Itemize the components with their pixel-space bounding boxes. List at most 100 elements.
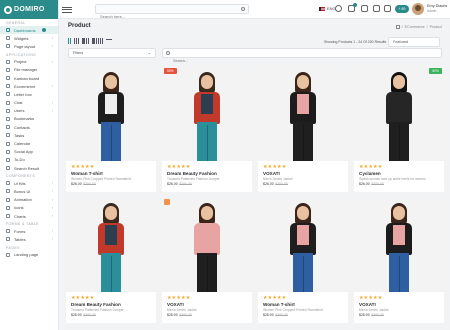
product-price: $26.00 $350.00 <box>359 313 384 317</box>
grid-4-view-icon[interactable] <box>82 38 90 44</box>
bell-icon[interactable] <box>373 5 380 12</box>
menu-toggle-icon[interactable] <box>62 5 72 14</box>
sidebar-item-charts[interactable]: Charts › <box>0 212 58 220</box>
header-badge-pill[interactable]: + 89 <box>395 5 409 13</box>
brand-logo[interactable]: DOMIRO <box>0 0 58 19</box>
sidebar-item-tasks[interactable]: Tasks <box>0 131 58 139</box>
sidebar-item-search-result[interactable]: Search Result <box>0 164 58 172</box>
brand-name: DOMIRO <box>14 6 45 13</box>
chevron-right-icon: › <box>51 36 53 41</box>
kanban-icon <box>6 76 10 81</box>
sidebar-item-contacts[interactable]: Contacts <box>0 123 58 131</box>
product-card[interactable]: 50% ★★★★★ Dream Beauty Fashion Trousers Pat… <box>162 66 252 192</box>
sidebar-item-widgets[interactable]: Widgets › <box>0 34 58 42</box>
product-search-input[interactable] <box>163 57 423 65</box>
sidebar-item-tables[interactable]: Tables › <box>0 235 58 243</box>
sidebar-item-file-manager[interactable]: File manager <box>0 66 58 74</box>
sidebar: DOMIRO GENERAL Dashboards Widgets › Page lay… <box>0 0 59 330</box>
product-card[interactable]: ★★★★★ Woman T-shirt Women Pink Cropped Pri… <box>66 66 156 192</box>
sidebar-item-kanban-board[interactable]: Kanban board <box>0 74 58 82</box>
product-card[interactable]: ★★★★★ VOXATI Men's Denim Jacket $26.00 $350.… <box>258 66 348 192</box>
grid-3-view-icon[interactable] <box>74 38 80 44</box>
product-image[interactable] <box>258 197 348 292</box>
chevron-right-icon: › <box>51 189 53 194</box>
product-name[interactable]: Dream Beauty Fashion <box>167 171 217 176</box>
sidebar-item-label: Ui Kits <box>14 180 26 186</box>
breadcrumb-sep: / <box>401 25 403 29</box>
language-selector[interactable]: ENG <box>319 6 336 11</box>
sidebar-item-icons[interactable]: Icons › <box>0 204 58 212</box>
sidebar-item-social-app[interactable]: Social App <box>0 148 58 156</box>
moon-icon[interactable] <box>335 5 342 12</box>
product-price: $26.00 $350.00 <box>263 182 288 186</box>
sidebar-item-page-layout[interactable]: Page layout › <box>0 42 58 50</box>
search-icon <box>166 51 170 55</box>
home-icon <box>6 28 10 33</box>
product-image[interactable] <box>66 197 156 292</box>
breadcrumb-ecommerce[interactable]: ECommerce <box>405 25 425 29</box>
product-name[interactable]: Woman T-shirt <box>263 302 295 307</box>
product-image[interactable]: 50% <box>354 66 444 161</box>
sidebar-item-chat[interactable]: Chat › <box>0 99 58 107</box>
filter-dropdown[interactable]: Filters ⌄ <box>68 48 156 58</box>
sidebar-item-label: Tables <box>14 236 26 242</box>
form-icon <box>6 229 10 234</box>
product-card[interactable]: ★★★★★ Dream Beauty Fashion Trousers Patter… <box>66 197 156 323</box>
sidebar-item-ui-kits[interactable]: Ui Kits › <box>0 179 58 187</box>
sidebar-item-animation[interactable]: Animation › <box>0 196 58 204</box>
header-search-input[interactable] <box>96 12 226 21</box>
sidebar-item-label: Chat <box>14 100 23 106</box>
sidebar-item-to-do[interactable]: To-Do <box>0 156 58 164</box>
cart-icon[interactable] <box>361 5 368 12</box>
sidebar-item-label: Bookmarks <box>14 116 35 122</box>
product-image[interactable]: 50% <box>162 66 252 161</box>
breadcrumb-sep: / <box>426 25 428 29</box>
product-card[interactable]: ★★★★★ VOXATI Men's Denim Jacket $26.00 $350.… <box>162 197 252 323</box>
product-name[interactable]: Dream Beauty Fashion <box>71 302 121 307</box>
sidebar-item-forms[interactable]: Forms › <box>0 227 58 235</box>
product-image[interactable] <box>162 197 252 292</box>
product-description: Stylish women lace up ankle heels for wo… <box>359 177 426 181</box>
sidebar-item-calendar[interactable]: Calendar <box>0 139 58 147</box>
sidebar-item-bookmarks[interactable]: Bookmarks <box>0 115 58 123</box>
discount-badge: 50% <box>429 68 442 74</box>
contacts-icon <box>6 125 10 130</box>
sidebar-item-project[interactable]: Project › <box>0 58 58 66</box>
grid-6-view-icon[interactable] <box>92 38 103 44</box>
project-icon <box>6 59 10 64</box>
product-card[interactable]: ★★★★★ Woman T-shirt Women Pink Cropped Pri… <box>258 197 348 323</box>
product-image[interactable] <box>354 197 444 292</box>
sidebar-item-letter-box[interactable]: Letter box <box>0 90 58 98</box>
sidebar-item-ecommerce[interactable]: Ecommerce › <box>0 82 58 90</box>
list-view-icon[interactable] <box>105 38 112 44</box>
product-name[interactable]: VOXATI <box>359 302 376 307</box>
product-image[interactable] <box>258 66 348 161</box>
sidebar-item-users[interactable]: Users › <box>0 107 58 115</box>
sidebar-item-bonus-ui[interactable]: Bonus Ui › <box>0 187 58 195</box>
product-card[interactable]: ★★★★★ VOXATI Men's Denim Jacket $26.00 $350.… <box>354 197 444 323</box>
product-search[interactable] <box>162 48 442 65</box>
product-name[interactable]: VOXATI <box>167 302 184 307</box>
avatar[interactable] <box>412 3 424 15</box>
discount-badge <box>164 199 170 205</box>
sidebar-item-label: Charts <box>14 213 26 219</box>
home-icon[interactable] <box>395 25 400 29</box>
old-price: $350.00 <box>179 182 192 186</box>
expand-icon[interactable] <box>384 5 391 12</box>
product-name[interactable]: VOXATI <box>263 171 280 176</box>
grid-2-view-icon[interactable] <box>68 38 72 44</box>
model-figure <box>91 201 131 292</box>
sidebar-item-landing-page[interactable]: Landing page <box>0 251 58 259</box>
product-image[interactable] <box>66 66 156 161</box>
product-name[interactable]: Woman T-shirt <box>71 171 103 176</box>
header-search[interactable] <box>95 4 249 21</box>
product-card[interactable]: 50% ★★★★★ Cyclamen Stylish women lace up an… <box>354 66 444 192</box>
product-description: Trousers Patterned Fashion Jumper <box>167 177 220 181</box>
sidebar-item-dashboards[interactable]: Dashboards <box>0 26 58 35</box>
sort-select[interactable]: Featured <box>388 37 440 47</box>
user-info[interactable]: Emy Dlacris Admin <box>427 4 447 14</box>
rating-stars: ★★★★★ <box>71 164 95 170</box>
product-name[interactable]: Cyclamen <box>359 171 381 176</box>
breadcrumb: / ECommerce / Product <box>395 25 442 29</box>
model-figure <box>283 201 323 292</box>
